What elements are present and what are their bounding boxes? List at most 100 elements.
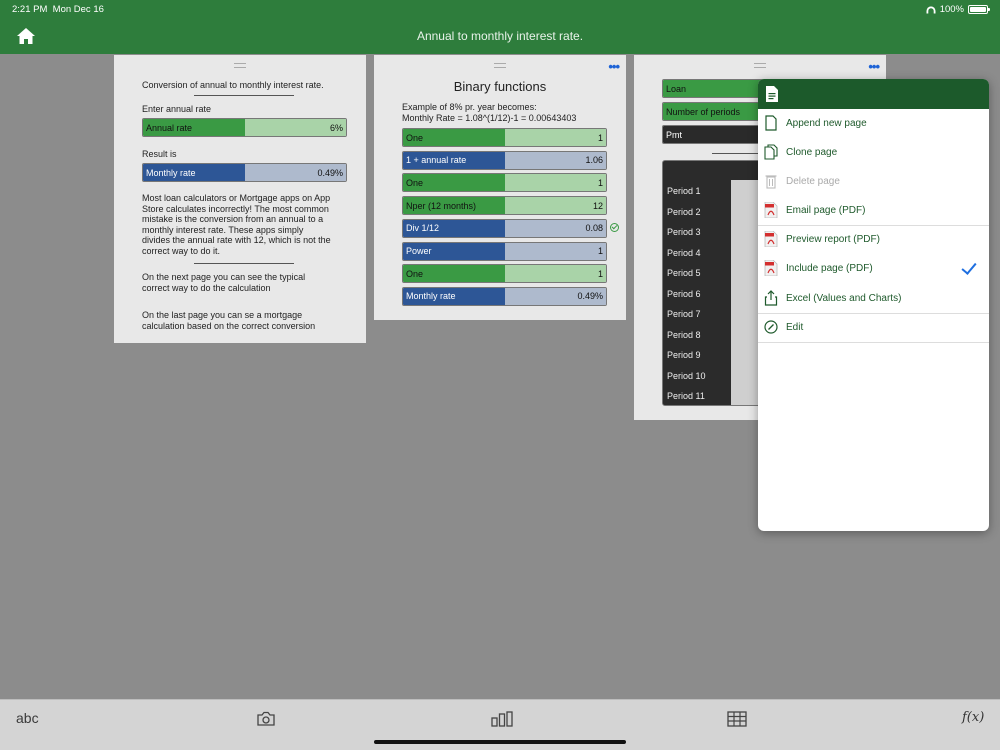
menu-item-edit[interactable]: Edit (758, 313, 989, 342)
pdf-icon (764, 202, 778, 218)
function-row-label: Nper (12 months) (403, 197, 505, 215)
monthly-rate-field[interactable]: Monthly rate 0.49% (142, 163, 347, 182)
annual-rate-label: Annual rate (143, 119, 245, 136)
page-card-binary-functions[interactable]: ••• Binary functions Example of 8% pr. y… (374, 55, 626, 320)
menu-separator (758, 342, 989, 343)
function-row[interactable]: One 1 (402, 264, 607, 284)
battery-percent: 100% (939, 4, 964, 15)
next-page-paragraph: On the next page you can see the typical… (142, 272, 306, 293)
function-row-value: 0.49% (505, 287, 606, 305)
status-time: 2:21 PM Mon Dec 16 (12, 4, 104, 15)
period-row-label: Period 10 (667, 370, 706, 381)
battery-icon (968, 5, 990, 14)
trash-icon (765, 175, 777, 189)
pdf-icon (764, 231, 778, 247)
function-row[interactable]: Monthly rate 0.49% (402, 286, 607, 306)
period-row-label: Period 2 (667, 206, 701, 217)
function-row[interactable]: One 1 (402, 128, 607, 147)
card-heading: Conversion of annual to monthly interest… (142, 80, 324, 90)
menu-item-delete-page: Delete page (758, 167, 989, 196)
annual-rate-field[interactable]: Annual rate 6% (142, 118, 347, 137)
function-row-value: 0.08 (505, 219, 606, 237)
function-row-label: Monthly rate (403, 287, 505, 305)
drag-handle-icon[interactable] (494, 63, 506, 68)
function-row-label: 1 + annual rate (403, 151, 505, 169)
chart-icon[interactable] (491, 711, 513, 727)
function-row[interactable]: 1 + annual rate 1.06 (402, 150, 607, 170)
camera-icon[interactable] (256, 711, 276, 727)
period-row-label: Period 11 (667, 391, 705, 401)
menu-item-label: Delete page (786, 176, 840, 187)
function-button[interactable]: f(x) (962, 710, 984, 725)
function-row-label: One (403, 129, 505, 146)
enter-label: Enter annual rate (142, 104, 212, 114)
more-options-icon[interactable]: ••• (868, 60, 880, 73)
drag-handle-icon[interactable] (754, 63, 766, 68)
menu-item-label: Append new page (786, 118, 867, 129)
function-row[interactable]: One 1 (402, 173, 607, 193)
share-icon (764, 290, 778, 306)
annual-rate-value[interactable]: 6% (245, 119, 346, 136)
result-label: Result is (142, 149, 177, 159)
page-options-menu: Append new page Clone page Delete page Emai… (758, 79, 989, 531)
menu-header (758, 79, 989, 109)
table-icon[interactable] (727, 711, 747, 727)
menu-item-clone-page[interactable]: Clone page (758, 138, 989, 167)
checkmark-icon (961, 259, 977, 275)
menu-item-label: Email page (PDF) (786, 205, 866, 216)
period-row-label: Period 4 (667, 247, 701, 258)
period-row-label: Period 3 (667, 227, 701, 237)
divider (194, 263, 294, 264)
menu-item-label: Excel (Values and Charts) (786, 293, 902, 304)
document-icon (766, 86, 778, 102)
menu-item-label: Clone page (786, 147, 838, 158)
menu-item-email-page-pdf[interactable]: Email page (PDF) (758, 196, 989, 225)
more-options-icon[interactable]: ••• (608, 60, 620, 73)
function-row[interactable]: Power 1 (402, 241, 607, 261)
check-circle-icon (610, 223, 619, 232)
period-row-label: Period 5 (667, 268, 701, 278)
menu-item-label: Include page (PDF) (786, 263, 873, 274)
pdf-icon (764, 260, 778, 276)
function-row-label: Div 1/12 (403, 219, 505, 237)
function-row-value: 12 (505, 197, 606, 215)
explanation-paragraph: Most loan calculators or Mortgage apps o… (142, 193, 331, 256)
periods-label: Number of periods (663, 103, 765, 120)
divider (194, 95, 294, 96)
pmt-label: Pmt (663, 126, 765, 143)
menu-item-label: Preview report (PDF) (786, 234, 880, 245)
drag-handle-icon[interactable] (234, 63, 246, 68)
function-row-label: Power (403, 242, 505, 260)
monthly-rate-value: 0.49% (245, 164, 346, 181)
function-row-label: One (403, 265, 505, 283)
function-row-value: 1 (505, 174, 606, 192)
function-row-label: One (403, 174, 505, 192)
function-row-value: 1.06 (505, 151, 606, 169)
page-card-conversion[interactable]: Conversion of annual to monthly interest… (114, 55, 366, 343)
period-row-label: Period 7 (667, 309, 701, 319)
last-page-paragraph: On the last page you can se a mortgage ca… (142, 310, 316, 331)
period-row-label: Period 8 (667, 329, 701, 340)
home-indicator (374, 740, 626, 744)
status-bar: 2:21 PM Mon Dec 16 100% (0, 0, 1000, 18)
menu-item-include-page-pdf[interactable]: Include page (PDF) (758, 254, 989, 283)
edit-icon (764, 320, 778, 334)
function-row-value: 1 (505, 265, 606, 283)
function-row[interactable]: Div 1/12 0.08 (402, 218, 607, 238)
menu-item-preview-report-pdf[interactable]: Preview report (PDF) (758, 225, 989, 254)
function-row-value: 1 (505, 242, 606, 260)
text-button[interactable]: abc (16, 710, 39, 726)
page-icon (765, 115, 777, 131)
example-text: Example of 8% pr. year becomes: Monthly R… (402, 102, 577, 123)
period-row-label: Period 1 (667, 186, 701, 196)
card-title: Binary functions (453, 79, 547, 94)
menu-item-label: Edit (786, 322, 804, 333)
monthly-rate-label: Monthly rate (143, 164, 245, 181)
menu-item-excel-values-and-charts[interactable]: Excel (Values and Charts) (758, 284, 989, 313)
function-row[interactable]: Nper (12 months) 12 (402, 196, 607, 216)
wifi-icon (926, 5, 936, 14)
clone-icon (764, 144, 778, 160)
navigation-bar: Annual to monthly interest rate. (0, 18, 1000, 54)
function-row-value: 1 (505, 129, 606, 146)
menu-item-append-new-page[interactable]: Append new page (758, 109, 989, 138)
